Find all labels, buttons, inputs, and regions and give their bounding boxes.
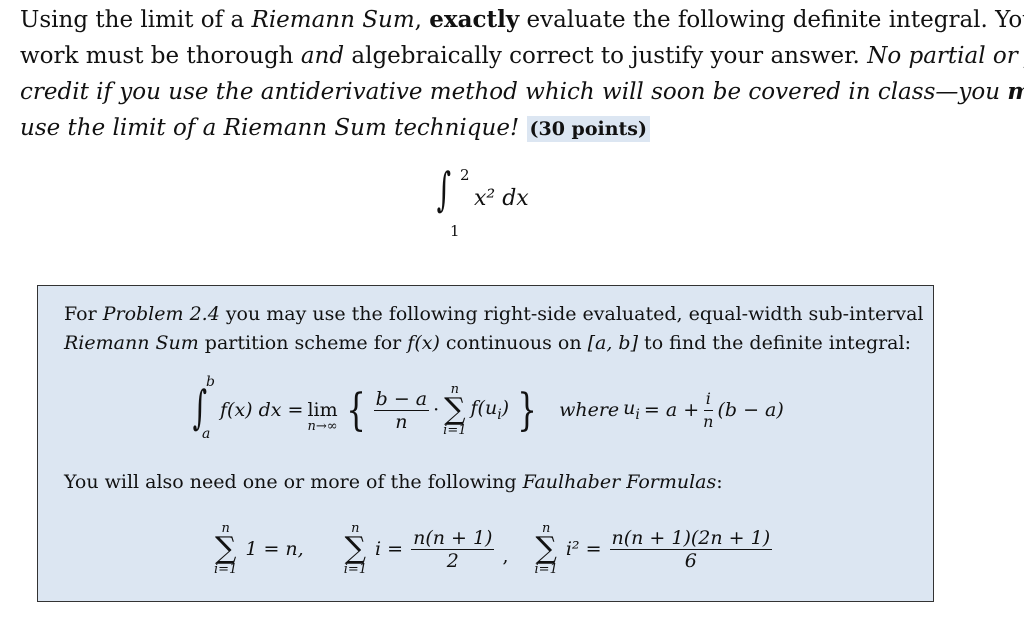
integral-sign: ∫ bbox=[436, 162, 452, 216]
text: exactly bbox=[429, 6, 520, 33]
upper-limit: b bbox=[206, 374, 215, 390]
text: u bbox=[623, 397, 636, 420]
fraction: b − an bbox=[373, 387, 430, 433]
text: You will also need one or more of the fo… bbox=[64, 471, 523, 493]
text: Problem 2.4 bbox=[102, 303, 220, 325]
summation: n ∑ i=1 bbox=[214, 522, 237, 576]
hint-line-3: You will also need one or more of the fo… bbox=[64, 471, 723, 493]
faulhaber-formulas: n ∑ i=1 1 = n, n ∑ i=1 i = n(n + 1) 2 , n ∑ i=1… bbox=[214, 518, 773, 580]
formula-body: 1 = n, bbox=[245, 538, 304, 560]
text: No partial or full bbox=[867, 43, 1024, 69]
text: f(u bbox=[470, 397, 498, 420]
numerator: n(n + 1) bbox=[411, 526, 495, 550]
text: evaluate the following definite integral… bbox=[519, 7, 1024, 33]
hint-box: For Problem 2.4 you may use the followin… bbox=[37, 285, 934, 602]
denominator: n bbox=[703, 411, 714, 431]
denominator: 2 bbox=[446, 549, 459, 572]
lower-limit: 1 bbox=[450, 222, 460, 240]
formula-body: i = bbox=[375, 538, 404, 560]
dot: · bbox=[433, 399, 440, 421]
points-badge: (30 points) bbox=[526, 116, 650, 142]
text: and bbox=[300, 43, 345, 69]
hint-line-2: Riemann Sum partition scheme for f(x) co… bbox=[64, 332, 911, 354]
right-brace: } bbox=[517, 384, 537, 436]
fraction: in bbox=[703, 388, 713, 433]
text: credit if you use the antiderivative met… bbox=[20, 79, 1008, 105]
problem-line: work must be thorough and algebraically … bbox=[20, 38, 1024, 74]
summation: n ∑ i=1 bbox=[535, 522, 558, 576]
equals: = a + bbox=[643, 399, 700, 421]
tail: (b − a) bbox=[717, 399, 784, 421]
text: must bbox=[1007, 78, 1024, 105]
text: For bbox=[64, 303, 103, 325]
text: : bbox=[716, 471, 723, 493]
sigma-icon: ∑ bbox=[444, 392, 466, 427]
problem-line: credit if you use the antiderivative met… bbox=[20, 74, 1024, 110]
text: Faulhaber Formulas bbox=[522, 471, 717, 493]
riemann-formula: ∫ b a f(x) dx = lim n→∞ { b − an · n ∑ i=1 … bbox=[188, 374, 784, 442]
sum-bottom: i=1 bbox=[534, 562, 558, 577]
sigma-icon: ∑ bbox=[535, 531, 557, 566]
text: continuous on bbox=[439, 332, 588, 354]
text: Riemann Sum bbox=[64, 332, 199, 354]
hint-line-1: For Problem 2.4 you may use the followin… bbox=[64, 303, 923, 325]
formula-body: i² = bbox=[565, 538, 602, 560]
numerator: b − a bbox=[373, 387, 430, 411]
integral: ∫ b a bbox=[188, 374, 216, 442]
fraction: n(n + 1) 2 bbox=[411, 526, 495, 572]
lim-sub: n→∞ bbox=[307, 419, 338, 434]
denominator: n bbox=[395, 410, 408, 433]
numerator: i bbox=[703, 388, 713, 411]
text: you may use the following right-side eva… bbox=[219, 303, 924, 325]
problem-line: use the limit of a Riemann Sum technique… bbox=[20, 110, 1010, 147]
sum-bottom: i=1 bbox=[443, 423, 467, 438]
text: to find the definite integral: bbox=[638, 332, 911, 354]
sigma-icon: ∑ bbox=[344, 531, 367, 566]
fraction: n(n + 1)(2n + 1) 6 bbox=[609, 526, 773, 572]
text: algebraically correct to justify your an… bbox=[344, 43, 868, 69]
integrand: x² dx bbox=[474, 186, 529, 211]
problem-line: Using the limit of a Riemann Sum, exactl… bbox=[20, 2, 1024, 38]
text: ) bbox=[501, 397, 510, 420]
text: work must be thorough bbox=[20, 43, 301, 69]
summation: n ∑ i=1 bbox=[443, 383, 466, 437]
denominator: 6 bbox=[684, 549, 697, 572]
u-var: ui bbox=[623, 397, 640, 423]
numerator: n(n + 1)(2n + 1) bbox=[609, 526, 773, 550]
problem-statement: Using the limit of a Riemann Sum, exactl… bbox=[20, 2, 1024, 147]
integrand: f(x) dx = bbox=[220, 399, 304, 421]
sum-bottom: i=1 bbox=[343, 562, 368, 577]
text: Using the limit of a bbox=[20, 7, 252, 33]
text: Riemann Sum bbox=[251, 7, 415, 33]
text: , bbox=[414, 7, 430, 33]
text: [a, b] bbox=[587, 332, 639, 354]
lower-limit: a bbox=[202, 426, 211, 442]
sum-bottom: i=1 bbox=[214, 562, 238, 577]
sigma-icon: ∑ bbox=[214, 531, 237, 566]
comma: , bbox=[502, 545, 509, 567]
text: use the limit of a Riemann Sum technique… bbox=[20, 115, 520, 141]
lim: lim bbox=[307, 399, 338, 421]
text: i bbox=[635, 406, 640, 423]
left-brace: { bbox=[345, 384, 366, 436]
text: partition scheme for bbox=[198, 332, 408, 354]
summation: n ∑ i=1 bbox=[344, 522, 367, 576]
where-text: where bbox=[559, 399, 620, 421]
term: f(ui) bbox=[471, 397, 510, 423]
text: f(x) bbox=[407, 332, 440, 354]
upper-limit: 2 bbox=[460, 166, 470, 184]
limit: lim n→∞ bbox=[307, 399, 338, 434]
